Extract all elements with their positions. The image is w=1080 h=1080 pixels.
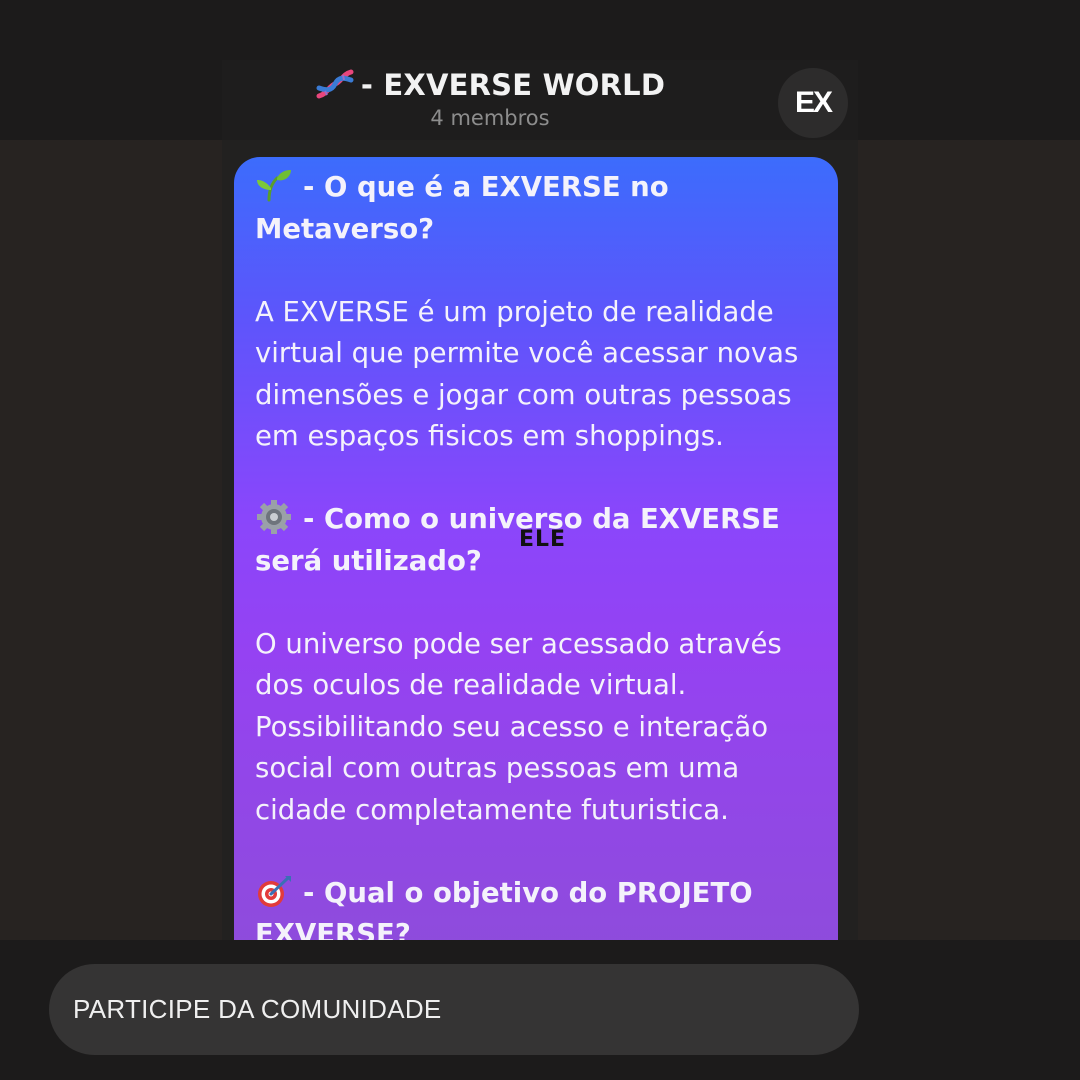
message-bubble: - O que é a EXVERSE no Metaverso? A EXVE… — [234, 157, 838, 957]
avatar-text: EX — [794, 86, 833, 119]
section-1-body-line: virtual que permite você acessar novas — [255, 337, 799, 369]
section-1-heading: - O que é a EXVERSE no — [255, 167, 830, 209]
section-1-body-line: em espaços fisicos em shoppings. — [255, 420, 724, 452]
section-3-heading: - Qual o objetivo do PROJETO — [255, 873, 830, 915]
screen: - EXVERSE WORLD 4 membros EX - O que é a… — [0, 0, 1080, 1080]
seedling-icon — [257, 170, 291, 202]
section-1-body-line: A EXVERSE é um projeto de realidade — [255, 295, 774, 328]
chat-title: - EXVERSE WORLD — [172, 68, 808, 102]
chat-header[interactable]: - EXVERSE WORLD 4 membros — [222, 60, 858, 140]
member-count: 4 membros — [430, 106, 550, 130]
section-2-body-line: cidade completamente futuristica. — [255, 793, 729, 826]
section-2-body-line: Possibilitando seu acesso e interação — [255, 710, 769, 743]
target-icon — [258, 875, 291, 907]
group-avatar[interactable]: EX — [778, 68, 848, 138]
section-2-body-line: O universo pode ser acessado através — [255, 627, 782, 660]
section-1-body-line: dimensões e jogar com outras pessoas — [255, 378, 792, 411]
join-community-button[interactable]: PARTICIPE DA COMUNIDADE — [49, 964, 859, 1055]
section-2-body-line: dos oculos de realidade virtual. — [255, 669, 687, 701]
chat-title-text: - EXVERSE WORLD — [360, 68, 666, 102]
section-1-heading-line2: Metaverso? — [255, 212, 435, 245]
section-2-body-line: social com outras pessoas em uma — [255, 752, 740, 784]
message-text: - O que é a EXVERSE no Metaverso? A EXVE… — [255, 167, 830, 956]
chat-right-margin — [858, 140, 1080, 940]
gear-icon — [257, 500, 291, 534]
chat-left-margin — [0, 140, 222, 940]
overlay-label: ELE — [519, 527, 567, 552]
dna-icon — [316, 69, 354, 99]
join-community-label: PARTICIPE DA COMUNIDADE — [73, 994, 442, 1024]
